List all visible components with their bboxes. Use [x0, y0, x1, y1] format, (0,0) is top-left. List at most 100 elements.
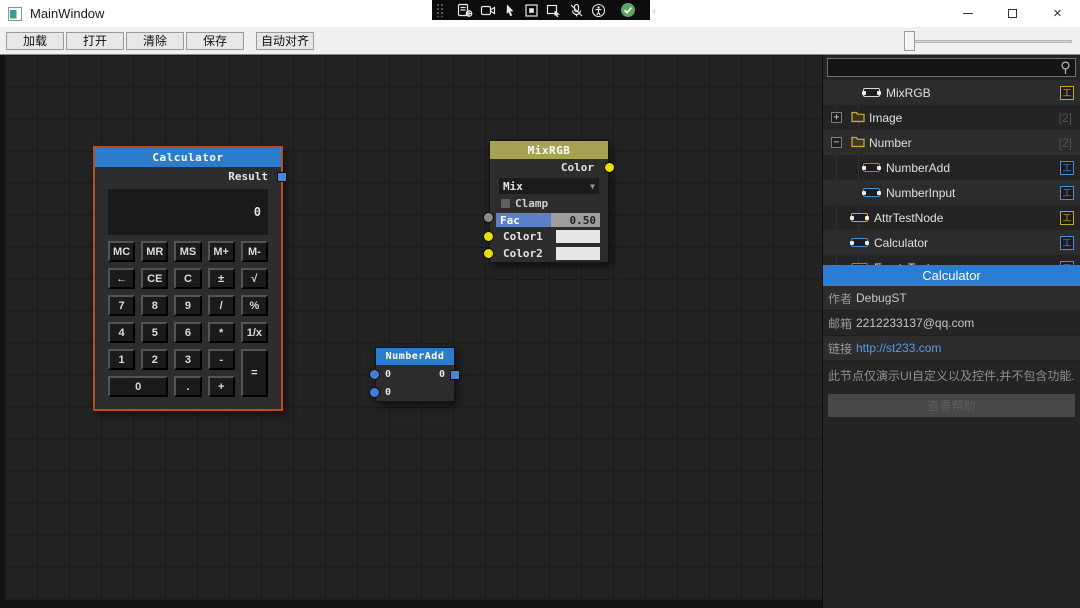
node-badge-icon[interactable]: 工	[1060, 186, 1074, 200]
camera-icon[interactable]	[480, 2, 496, 18]
calc-key-1[interactable]: 1	[108, 349, 135, 370]
numberadd-input2-socket[interactable]	[369, 387, 380, 398]
calc-key-c[interactable]: C	[174, 268, 201, 289]
slider-handle[interactable]	[904, 31, 915, 51]
node-mixrgb[interactable]: MixRGB Color Mix ▼ Clamp Fac 0.50 Color1	[489, 140, 609, 263]
node-badge-icon[interactable]: 工	[1060, 86, 1074, 100]
mixrgb-fac-input-socket[interactable]	[483, 212, 494, 223]
calc-key-8[interactable]: 8	[141, 295, 168, 316]
drag-handle-icon[interactable]	[437, 3, 443, 17]
calc-key-sqrt[interactable]: √	[241, 268, 268, 289]
region-select-icon[interactable]	[524, 2, 539, 18]
calc-key-9[interactable]: 9	[174, 295, 201, 316]
close-icon: ×	[1053, 6, 1062, 21]
load-button[interactable]: 加载	[6, 32, 64, 50]
window-controls: ×	[945, 0, 1080, 27]
calc-key-divide[interactable]: /	[208, 295, 235, 316]
numberadd-input2-value: 0	[385, 387, 391, 398]
collapse-chevron-icon[interactable]: ‹	[650, 3, 658, 18]
selected-node-header[interactable]: Calculator	[823, 265, 1080, 286]
open-button[interactable]: 打开	[66, 32, 124, 50]
mixrgb-blend-dropdown[interactable]: Mix ▼	[499, 178, 599, 194]
tree-item-mixrgb[interactable]: MixRGB 工	[823, 80, 1080, 105]
calc-key-ms[interactable]: MS	[174, 241, 201, 262]
search-input[interactable]	[828, 59, 1075, 76]
link-value[interactable]: http://st233.com	[856, 341, 941, 355]
calc-key-equals[interactable]: =	[241, 349, 268, 397]
tree-item-label: NumberAdd	[886, 161, 950, 175]
mixrgb-fac-slider[interactable]: Fac 0.50	[496, 213, 600, 227]
expand-icon[interactable]: +	[831, 112, 842, 123]
collapse-icon[interactable]: −	[831, 137, 842, 148]
tree-item-attrtestnode[interactable]: AttrTestNode 工	[823, 205, 1080, 230]
calc-key-mr[interactable]: MR	[141, 241, 168, 262]
autoalign-button[interactable]: 自动对齐	[256, 32, 314, 50]
mixrgb-color-output-socket[interactable]	[604, 162, 615, 173]
tree-item-numberinput[interactable]: NumberInput 工	[823, 180, 1080, 205]
minimize-button[interactable]	[945, 0, 990, 27]
mic-muted-icon[interactable]	[569, 2, 584, 18]
search-icon[interactable]	[1059, 61, 1072, 75]
mixrgb-clamp-checkbox[interactable]	[501, 199, 510, 208]
calc-key-decimal[interactable]: .	[174, 376, 201, 397]
numberadd-input1-socket[interactable]	[369, 369, 380, 380]
info-row-author: 作者 DebugST	[823, 286, 1080, 311]
pointer-region-icon[interactable]	[546, 2, 562, 18]
calc-key-ce[interactable]: CE	[141, 268, 168, 289]
node-badge-icon[interactable]: 工	[1060, 211, 1074, 225]
close-button[interactable]: ×	[1035, 0, 1080, 27]
node-canvas[interactable]: Calculator Result 0 MC MR MS M+ M- ← CE …	[0, 55, 822, 608]
mixrgb-color1-input-socket[interactable]	[483, 231, 494, 242]
calc-key-reciprocal[interactable]: 1/x	[241, 322, 268, 343]
maximize-icon	[1008, 9, 1017, 18]
help-button[interactable]: 查看帮助	[828, 394, 1075, 417]
slider-track[interactable]	[904, 40, 1072, 43]
calc-key-3[interactable]: 3	[174, 349, 201, 370]
calc-key-6[interactable]: 6	[174, 322, 201, 343]
clear-button[interactable]: 清除	[126, 32, 184, 50]
tree-item-numberadd[interactable]: NumberAdd 工	[823, 155, 1080, 180]
tree-item-label: MixRGB	[886, 86, 931, 100]
accessibility-icon[interactable]	[591, 2, 606, 18]
node-numberadd-header[interactable]: NumberAdd	[376, 348, 454, 365]
calc-key-mminus[interactable]: M-	[241, 241, 268, 262]
confirm-check-icon[interactable]	[620, 2, 636, 18]
tree-folder-label: Image	[869, 111, 902, 125]
calc-key-percent[interactable]: %	[241, 295, 268, 316]
numberadd-output-socket[interactable]	[450, 370, 460, 380]
calculator-result-socket[interactable]	[277, 172, 287, 182]
calc-key-negate[interactable]: ±	[208, 268, 235, 289]
calc-key-7[interactable]: 7	[108, 295, 135, 316]
tree-item-calculator[interactable]: Calculator 工	[823, 230, 1080, 255]
node-calculator-header[interactable]: Calculator	[95, 148, 281, 167]
save-button[interactable]: 保存	[186, 32, 244, 50]
calc-key-minus[interactable]: -	[208, 349, 235, 370]
pointer-icon[interactable]	[503, 2, 517, 18]
calc-key-0[interactable]: 0	[108, 376, 168, 397]
mixrgb-color2-swatch[interactable]	[556, 247, 600, 260]
calc-key-backspace[interactable]: ←	[108, 268, 135, 289]
tree-item-emptytest[interactable]: EmptyTest 工	[823, 255, 1080, 265]
chevron-down-icon: ▼	[590, 182, 595, 191]
tree-folder-image[interactable]: + Image [2]	[823, 105, 1080, 130]
calc-key-4[interactable]: 4	[108, 322, 135, 343]
calc-key-mplus[interactable]: M+	[208, 241, 235, 262]
mixrgb-color2-input-socket[interactable]	[483, 248, 494, 259]
calc-key-2[interactable]: 2	[141, 349, 168, 370]
node-badge-icon[interactable]: 工	[1060, 236, 1074, 250]
node-mixrgb-header[interactable]: MixRGB	[490, 141, 608, 159]
capture-toolbar[interactable]: ‹	[432, 0, 650, 20]
node-calculator[interactable]: Calculator Result 0 MC MR MS M+ M- ← CE …	[93, 146, 283, 411]
calc-key-multiply[interactable]: *	[208, 322, 235, 343]
calc-key-mc[interactable]: MC	[108, 241, 135, 262]
zoom-slider[interactable]	[904, 31, 1072, 51]
tree-folder-number[interactable]: − Number [2]	[823, 130, 1080, 155]
node-badge-icon[interactable]: 工	[1060, 261, 1074, 266]
calc-key-5[interactable]: 5	[141, 322, 168, 343]
mixrgb-color1-swatch[interactable]	[556, 230, 600, 243]
node-numberadd[interactable]: NumberAdd 0 0 0	[375, 347, 455, 402]
maximize-button[interactable]	[990, 0, 1035, 27]
node-badge-icon[interactable]: 工	[1060, 161, 1074, 175]
document-target-icon[interactable]	[457, 2, 473, 18]
calc-key-plus[interactable]: +	[208, 376, 235, 397]
